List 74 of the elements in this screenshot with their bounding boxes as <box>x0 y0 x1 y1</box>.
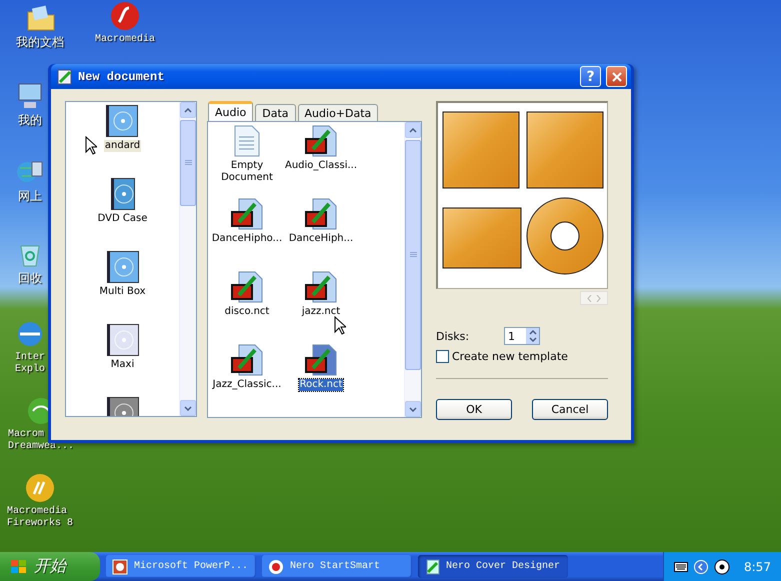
template-icon <box>231 271 263 303</box>
scroll-up-button[interactable] <box>180 102 196 118</box>
tab[interactable]: Audio+Data <box>298 104 378 121</box>
dvd-case-icon <box>110 178 134 210</box>
cover-editor-icon <box>424 558 440 574</box>
scroll-up-button[interactable] <box>405 122 421 138</box>
close-button[interactable] <box>606 66 627 87</box>
taskbar-item[interactable]: Nero StartSmart <box>262 555 412 578</box>
desktop-icon-label[interactable]: Macromedia <box>94 34 155 46</box>
scrollbar-thumb[interactable] <box>180 120 196 206</box>
desktop-icon-label[interactable]: Macromedia Fireworks 8 <box>6 506 73 530</box>
scrollbar-track[interactable] <box>179 102 196 416</box>
chevron-down-icon <box>528 337 536 342</box>
mouse-pointer-icon <box>85 136 97 155</box>
template-icon <box>305 271 337 303</box>
template-item[interactable]: DanceHiph... <box>288 233 354 245</box>
tab[interactable]: Data <box>255 104 296 121</box>
layout-item[interactable]: Multi Box <box>98 286 147 298</box>
chevron-down-icon <box>409 406 417 412</box>
chevron-up-icon <box>528 330 536 335</box>
cd-case-icon <box>106 324 138 356</box>
disks-spinner[interactable]: 1 <box>504 327 540 345</box>
template-item[interactable]: jazz.nct <box>300 306 342 318</box>
cd-case-icon <box>106 105 138 137</box>
chevron-up-icon <box>409 128 417 132</box>
document-icon <box>234 125 260 157</box>
desktop-icon-label[interactable]: Inter Explo <box>14 352 45 376</box>
template-item[interactable]: Rock.nct <box>298 379 344 391</box>
layout-item[interactable]: Maxi <box>110 359 136 371</box>
template-icon <box>305 198 337 230</box>
template-icon <box>305 125 337 157</box>
slides-icon <box>112 558 128 574</box>
template-icon <box>231 344 263 376</box>
windows-logo-icon <box>10 558 28 574</box>
cd-case-icon <box>106 251 138 283</box>
ok-button[interactable]: OK <box>436 399 512 420</box>
template-item[interactable]: disco.nct <box>224 306 270 318</box>
layout-item[interactable]: DVD Case <box>96 213 148 225</box>
grip-icon <box>184 160 192 166</box>
template-item[interactable]: Empty Document <box>220 160 274 184</box>
cancel-button[interactable]: Cancel <box>532 399 608 420</box>
template-icon <box>231 198 263 230</box>
checkbox-label: Create new template <box>452 350 568 363</box>
window-title: New document <box>78 70 166 84</box>
spin-buttons[interactable] <box>526 328 539 344</box>
grip-icon <box>410 252 416 258</box>
left-right-arrows-icon <box>587 294 601 302</box>
chevron-down-icon <box>184 406 192 410</box>
chevron-left-icon[interactable] <box>694 560 708 574</box>
scrollbar-thumb[interactable] <box>405 140 421 370</box>
clock: 8:57 <box>744 560 771 574</box>
desktop-icon-label[interactable]: 我的 <box>18 114 42 126</box>
taskbar-item[interactable]: Microsoft PowerP... <box>106 555 256 578</box>
desktop-icon-label[interactable]: 我的文档 <box>16 36 64 48</box>
help-button[interactable]: ? <box>580 66 601 87</box>
close-icon <box>612 72 622 82</box>
scroll-down-button[interactable] <box>180 400 196 416</box>
keyboard-icon[interactable] <box>674 562 688 572</box>
scrollbar-track[interactable] <box>404 122 421 417</box>
template-item[interactable]: DanceHipho... <box>210 233 284 245</box>
template-item[interactable]: Jazz_Classic... <box>212 379 282 391</box>
template-item[interactable]: Audio_Classi... <box>284 160 358 172</box>
scroll-down-button[interactable] <box>405 401 421 417</box>
checkbox[interactable] <box>436 350 449 363</box>
tab[interactable]: Audio <box>208 101 254 121</box>
mouse-pointer-icon <box>334 316 346 335</box>
chevron-up-icon <box>184 108 192 112</box>
layout-item[interactable]: andard <box>104 140 142 152</box>
ball-icon[interactable] <box>714 558 730 574</box>
disc-icon <box>268 558 284 574</box>
app-icon <box>57 68 73 84</box>
template-icon <box>305 344 337 376</box>
taskbar-item[interactable]: Nero Cover Designer <box>418 555 568 578</box>
disks-label: Disks: <box>436 330 470 342</box>
